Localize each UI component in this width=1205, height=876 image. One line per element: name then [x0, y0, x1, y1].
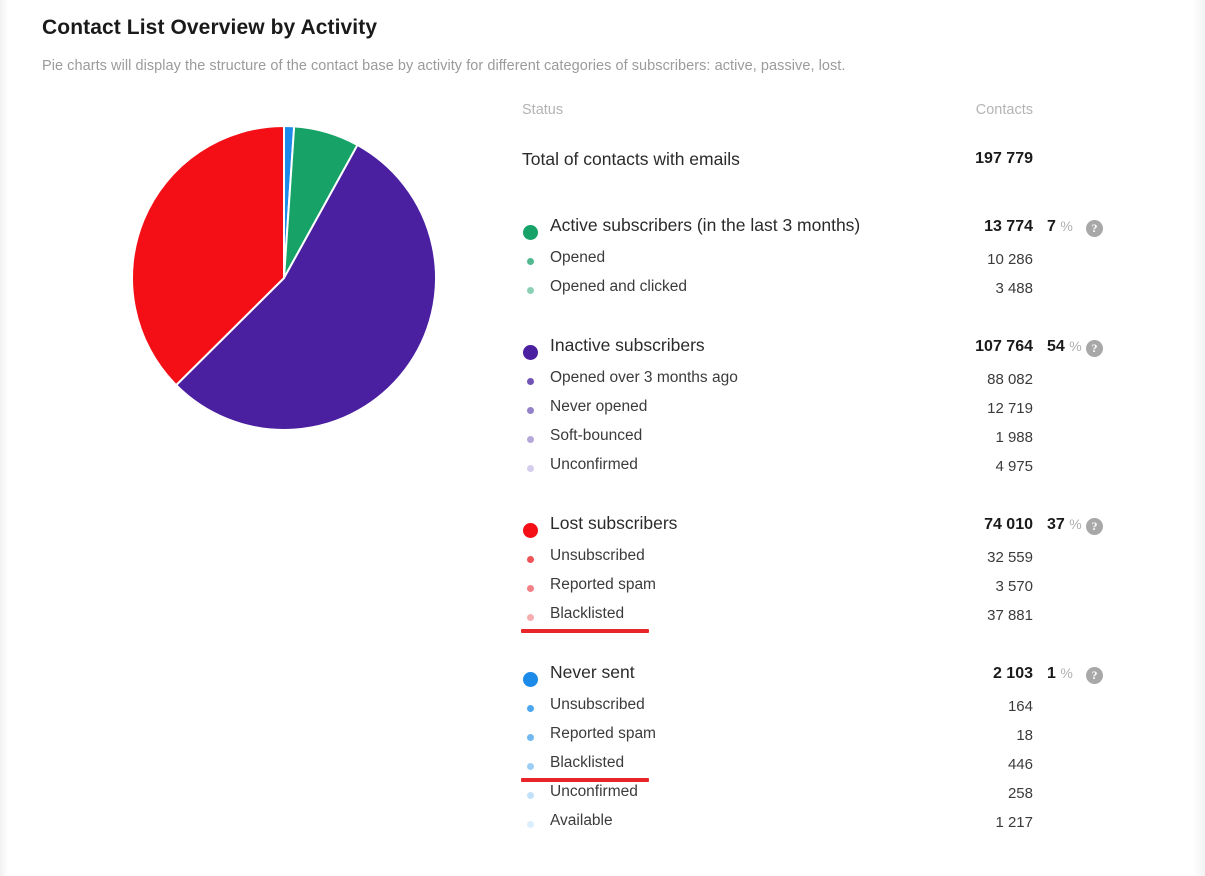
status-group-value: 13 774	[984, 218, 1033, 235]
annotation-underline	[521, 778, 649, 782]
status-sub-row[interactable]: Blacklisted 37 881	[521, 605, 1122, 634]
status-group: Inactive subscribers 107 764 54 %? Opened o…	[522, 335, 1122, 513]
page-right-edge	[1193, 0, 1205, 876]
column-header-contacts: Contacts	[975, 102, 1033, 118]
annotation-underline	[521, 629, 649, 633]
status-group: Never sent 2 103 1 %? Unsubscribed 164 Report…	[521, 662, 1122, 869]
status-group-header[interactable]: Active subscribers (in the last 3 months…	[522, 215, 1122, 249]
status-groups: Active subscribers (in the last 3 months…	[521, 215, 1122, 869]
status-group-header[interactable]: Lost subscribers 74 010 37 %?	[522, 513, 1122, 547]
status-group-value: 2 103	[992, 665, 1033, 682]
help-icon[interactable]: ?	[1086, 667, 1103, 684]
status-sub-row[interactable]: Soft-bounced 1 988	[522, 427, 1122, 456]
status-group-header[interactable]: Never sent 2 103 1 %?	[522, 662, 1122, 696]
status-sub-row[interactable]: Unconfirmed 258	[522, 783, 1122, 812]
status-sub-row[interactable]: Opened 10 286	[522, 249, 1122, 278]
status-sub-value: 32 559	[987, 549, 1033, 566]
status-group-header[interactable]: Inactive subscribers 107 764 54 %?	[522, 335, 1122, 369]
status-sub-row[interactable]: Reported spam 18	[522, 725, 1122, 754]
status-sub-row[interactable]: Opened and clicked 3 488	[522, 278, 1122, 307]
help-icon[interactable]: ?	[1086, 518, 1103, 535]
status-sub-value: 3 570	[995, 578, 1033, 595]
status-sub-value: 1 217	[995, 814, 1033, 831]
status-sub-row[interactable]: Reported spam 3 570	[522, 576, 1122, 605]
status-sub-row[interactable]: Opened over 3 months ago 88 082	[522, 369, 1122, 398]
status-sub-value: 4 975	[995, 458, 1033, 475]
status-group: Active subscribers (in the last 3 months…	[522, 215, 1122, 335]
status-sub-value: 3 488	[995, 280, 1033, 297]
status-sub-value: 1 988	[995, 429, 1033, 446]
status-group-percent: 54 %	[1047, 338, 1082, 355]
status-sub-row[interactable]: Blacklisted 446	[521, 754, 1122, 783]
help-icon[interactable]: ?	[1086, 220, 1103, 237]
status-sub-row[interactable]: Unsubscribed 32 559	[522, 547, 1122, 576]
status-group-value: 107 764	[975, 338, 1033, 355]
contact-list-overview-panel: Contact List Overview by Activity Pie ch…	[0, 0, 1205, 876]
status-group: Lost subscribers 74 010 37 %? Unsubscribed 3…	[521, 513, 1122, 662]
page-subtitle: Pie charts will display the structure of…	[42, 58, 846, 74]
total-contacts-value: 197 779	[975, 150, 1033, 167]
status-sub-row[interactable]: Unconfirmed 4 975	[522, 456, 1122, 485]
total-spacer	[522, 185, 1122, 215]
status-sub-value: 164	[1007, 698, 1033, 715]
status-sub-row[interactable]: Unsubscribed 164	[522, 696, 1122, 725]
status-group-percent: 7 %	[1047, 218, 1073, 235]
status-sub-value: 10 286	[987, 251, 1033, 268]
status-sub-value: 12 719	[987, 400, 1033, 417]
status-group-percent: 1 %	[1047, 665, 1073, 682]
total-contacts-row: Total of contacts with emails 197 779	[522, 149, 1122, 185]
help-icon[interactable]: ?	[1086, 340, 1103, 357]
status-group-percent: 37 %	[1047, 516, 1082, 533]
status-table: Status Contacts Total of contacts with e…	[521, 100, 1122, 869]
header-spacer	[522, 129, 1122, 149]
page-left-edge	[0, 0, 8, 876]
activity-pie-chart	[131, 125, 437, 431]
status-sub-row[interactable]: Available 1 217	[522, 812, 1122, 841]
status-group-value: 74 010	[984, 516, 1033, 533]
page-title: Contact List Overview by Activity	[42, 16, 378, 39]
pie-svg	[131, 125, 437, 431]
status-sub-value: 446	[1007, 756, 1033, 773]
status-sub-value: 37 881	[987, 607, 1033, 624]
status-sub-row[interactable]: Never opened 12 719	[522, 398, 1122, 427]
status-sub-value: 258	[1007, 785, 1033, 802]
table-header-row: Status Contacts	[522, 100, 1122, 129]
status-sub-value: 18	[1016, 727, 1033, 744]
status-sub-value: 88 082	[987, 371, 1033, 388]
